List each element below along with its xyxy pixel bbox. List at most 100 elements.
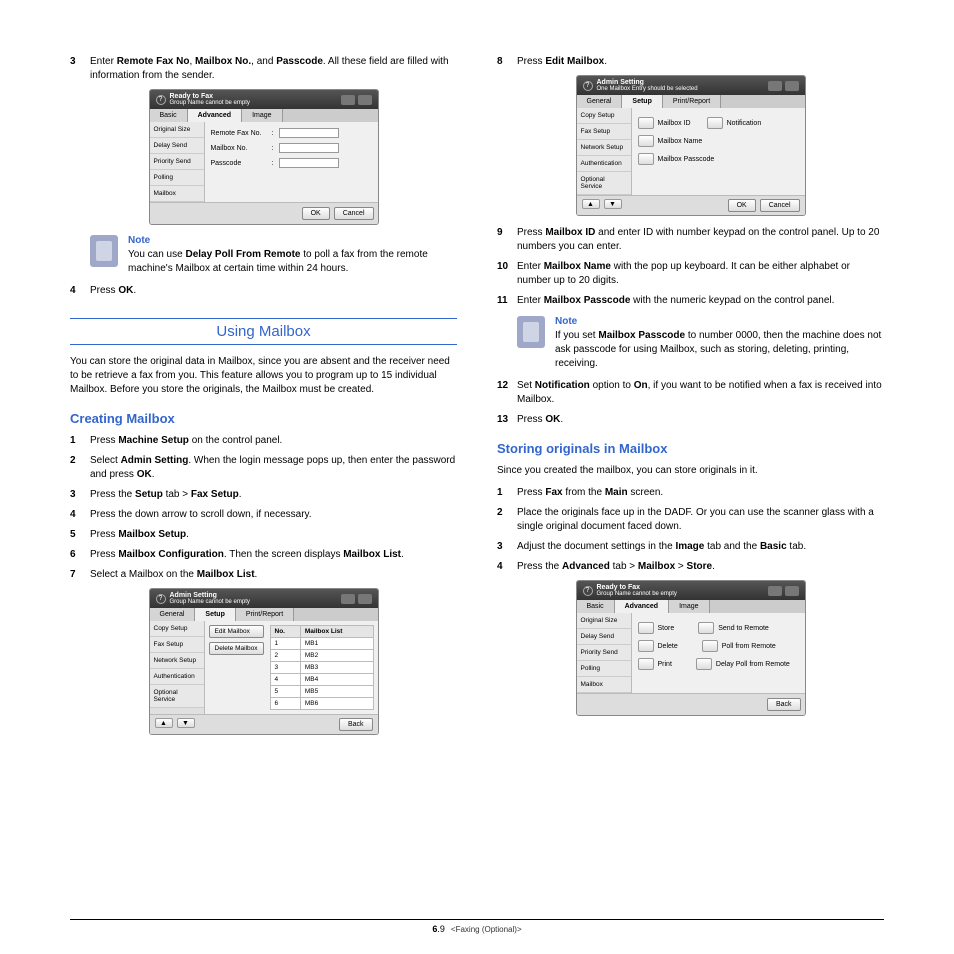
side-item[interactable]: Original Size [150,122,204,138]
tab-setup[interactable]: Setup [195,608,235,621]
screenshot-mailbox-list: ? Admin SettingGroup Name cannot be empt… [149,588,379,735]
cancel-button[interactable]: Cancel [760,199,800,212]
icon [341,95,355,105]
side-item[interactable]: Authentication [577,156,631,172]
step-number: 4 [70,284,90,298]
help-icon: ? [583,586,593,596]
shot-header: ? Admin SettingGroup Name cannot be empt… [150,589,378,608]
tab-image[interactable]: Image [242,109,282,122]
cancel-button[interactable]: Cancel [334,207,374,220]
step-3: 3 Enter Remote Fax No, Mailbox No., and … [70,55,457,83]
help-icon: ? [583,81,593,91]
ok-button[interactable]: OK [728,199,756,212]
edit-mailbox-button[interactable]: Edit Mailbox [209,625,264,638]
note-block: Note If you set Mailbox Passcode to numb… [517,316,884,371]
back-button[interactable]: Back [339,718,373,731]
print-button[interactable] [638,658,654,670]
mailbox-no-input[interactable] [279,143,339,153]
step-9: 9Press Mailbox ID and enter ID with numb… [497,226,884,254]
two-column-layout: 3 Enter Remote Fax No, Mailbox No., and … [70,55,884,745]
passcode-input[interactable] [279,158,339,168]
step-11: 11Enter Mailbox Passcode with the numeri… [497,294,884,308]
table-row[interactable]: 2MB2 [270,650,373,662]
table-row[interactable]: 3MB3 [270,662,373,674]
step-c5: 5Press Mailbox Setup. [70,528,457,542]
note-label: Note [128,235,457,246]
tab-general[interactable]: General [577,95,623,108]
tab-advanced[interactable]: Advanced [615,600,669,613]
note-text: You can use Delay Poll From Remote to po… [128,248,457,276]
side-item[interactable]: Original Size [577,613,631,629]
screenshot-remote-fax: ? Ready to FaxGroup Name cannot be empty… [149,89,379,225]
arrow-down-icon[interactable]: ▼ [177,718,195,728]
icon [358,95,372,105]
step-number: 3 [70,55,90,83]
tab-general[interactable]: General [150,608,196,621]
tab-basic[interactable]: Basic [150,109,188,122]
mailbox-passcode-button[interactable] [638,153,654,165]
side-item[interactable]: Fax Setup [150,637,204,653]
page-footer: 6.9<Faxing (Optional)> [70,919,884,934]
tab-basic[interactable]: Basic [577,600,615,613]
delete-button[interactable] [638,640,654,652]
back-button[interactable]: Back [767,698,801,711]
paragraph: Since you created the mailbox, you can s… [497,464,884,478]
step-st2: 2Place the originals face up in the DADF… [497,506,884,534]
tab-printreport[interactable]: Print/Report [663,95,721,108]
step-c7: 7Select a Mailbox on the Mailbox List. [70,568,457,582]
tab-setup[interactable]: Setup [622,95,662,108]
side-item[interactable]: Mailbox [150,186,204,202]
mailbox-id-button[interactable] [638,117,654,129]
side-item[interactable]: Optional Service [577,172,631,195]
side-item[interactable]: Authentication [150,669,204,685]
step-8: 8Press Edit Mailbox. [497,55,884,69]
note-label: Note [555,316,884,327]
side-item[interactable]: Network Setup [577,140,631,156]
shot-main: Remote Fax No.: Mailbox No.: Passcode: [205,122,378,202]
tab-advanced[interactable]: Advanced [188,109,242,122]
table-row[interactable]: 4MB4 [270,674,373,686]
screenshot-mailbox-store: ? Ready to FaxGroup Name cannot be empty… [576,580,806,716]
side-item[interactable]: Optional Service [150,685,204,708]
mailbox-table: No.Mailbox List 1MB1 2MB2 3MB3 4MB4 5MB5… [270,625,374,710]
store-button[interactable] [638,622,654,634]
arrow-up-icon[interactable]: ▲ [155,718,173,728]
note-icon [517,316,545,348]
arrow-up-icon[interactable]: ▲ [582,199,600,209]
step-c1: 1Press Machine Setup on the control pane… [70,434,457,448]
notification-button[interactable] [707,117,723,129]
screenshot-edit-mailbox: ? Admin SettingOne Mailbox Entry should … [576,75,806,216]
side-item[interactable]: Copy Setup [577,108,631,124]
step-text: Enter Remote Fax No, Mailbox No., and Pa… [90,55,457,83]
arrow-down-icon[interactable]: ▼ [604,199,622,209]
step-st4: 4Press the Advanced tab > Mailbox > Stor… [497,560,884,574]
side-item[interactable]: Copy Setup [150,621,204,637]
note-block: Note You can use Delay Poll From Remote … [90,235,457,276]
side-item[interactable]: Delay Send [577,629,631,645]
tab-printreport[interactable]: Print/Report [236,608,294,621]
step-c6: 6Press Mailbox Configuration. Then the s… [70,548,457,562]
side-item[interactable]: Polling [150,170,204,186]
tab-image[interactable]: Image [669,600,709,613]
side-item[interactable]: Fax Setup [577,124,631,140]
side-item[interactable]: Priority Send [150,154,204,170]
step-12: 12Set Notification option to On, if you … [497,379,884,407]
side-item[interactable]: Priority Send [577,645,631,661]
side-item[interactable]: Mailbox [577,677,631,693]
side-item[interactable]: Delay Send [150,138,204,154]
help-icon: ? [156,594,166,604]
side-item[interactable]: Polling [577,661,631,677]
table-row[interactable]: 6MB6 [270,698,373,710]
delete-mailbox-button[interactable]: Delete Mailbox [209,642,264,655]
poll-remote-button[interactable] [702,640,718,652]
side-item[interactable]: Network Setup [150,653,204,669]
table-row[interactable]: 1MB1 [270,638,373,650]
table-row[interactable]: 5MB5 [270,686,373,698]
ok-button[interactable]: OK [302,207,330,220]
delay-poll-button[interactable] [696,658,712,670]
mailbox-name-button[interactable] [638,135,654,147]
subheading-storing-originals: Storing originals in Mailbox [497,441,884,456]
label: Mailbox No. [211,145,266,152]
send-remote-button[interactable] [698,622,714,634]
remote-fax-input[interactable] [279,128,339,138]
